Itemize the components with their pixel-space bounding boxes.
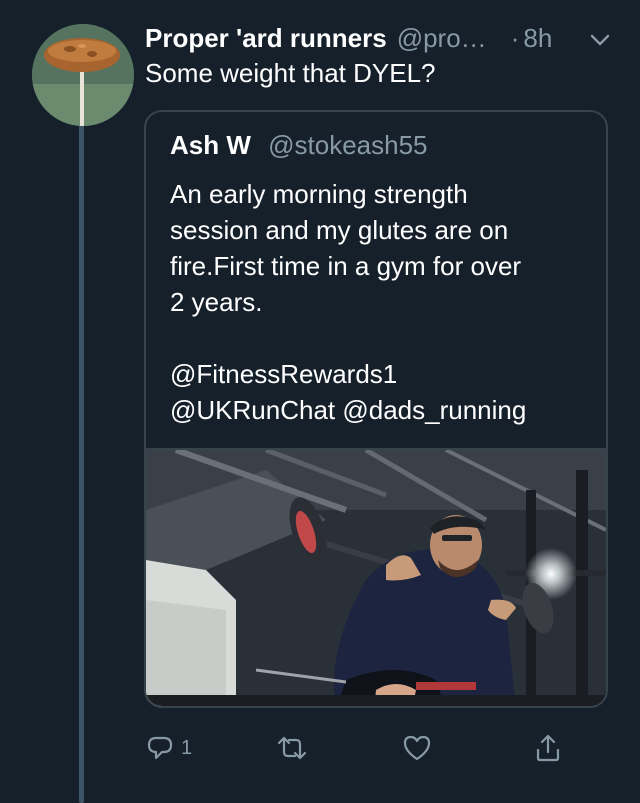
quoted-display-name[interactable]: Ash W [170, 130, 251, 160]
thread-line [79, 120, 84, 803]
mention-line[interactable]: @UKRunChat @dads_running [170, 392, 590, 428]
share-button[interactable] [533, 728, 563, 768]
quoted-tweet-header: Ash W @stokeash55 [170, 130, 428, 161]
heart-icon [401, 733, 433, 763]
quoted-text-line: An early morning strength [170, 179, 468, 209]
tweet: Proper 'ard runners @pro… · 8h Some weig… [0, 0, 640, 803]
user-handle[interactable]: @pro… [397, 23, 487, 54]
reply-icon [145, 733, 175, 763]
mention-line[interactable]: @FitnessRewards1 [170, 356, 590, 392]
quoted-text-line: session and my glutes are on [170, 215, 509, 245]
retweet-icon [275, 733, 309, 763]
tweet-actions: 1 [145, 728, 565, 768]
tweet-header: Proper 'ard runners @pro… · 8h [145, 21, 615, 55]
quoted-tweet-photo[interactable] [146, 448, 606, 706]
reply-count: 1 [181, 736, 193, 759]
chevron-down-icon[interactable] [589, 27, 611, 49]
display-name[interactable]: Proper 'ard runners [145, 23, 387, 54]
quoted-user-handle[interactable]: @stokeash55 [268, 130, 427, 160]
avatar-image [32, 24, 134, 126]
reply-button[interactable]: 1 [145, 728, 192, 768]
tweet-text: Some weight that DYEL? [145, 58, 436, 88]
quoted-text-line: 2 years. [170, 287, 263, 317]
share-icon [533, 732, 563, 764]
retweet-button[interactable] [275, 728, 309, 768]
quoted-text-line: fire.First time in a gym for over [170, 251, 522, 281]
separator-dot: · [510, 22, 520, 53]
like-button[interactable] [401, 728, 433, 768]
avatar[interactable] [32, 24, 134, 126]
timestamp[interactable]: 8h [523, 23, 552, 54]
quoted-tweet-card[interactable]: Ash W @stokeash55 An early morning stren… [144, 110, 608, 708]
quoted-tweet-text: An early morning strength session and my… [170, 176, 590, 428]
